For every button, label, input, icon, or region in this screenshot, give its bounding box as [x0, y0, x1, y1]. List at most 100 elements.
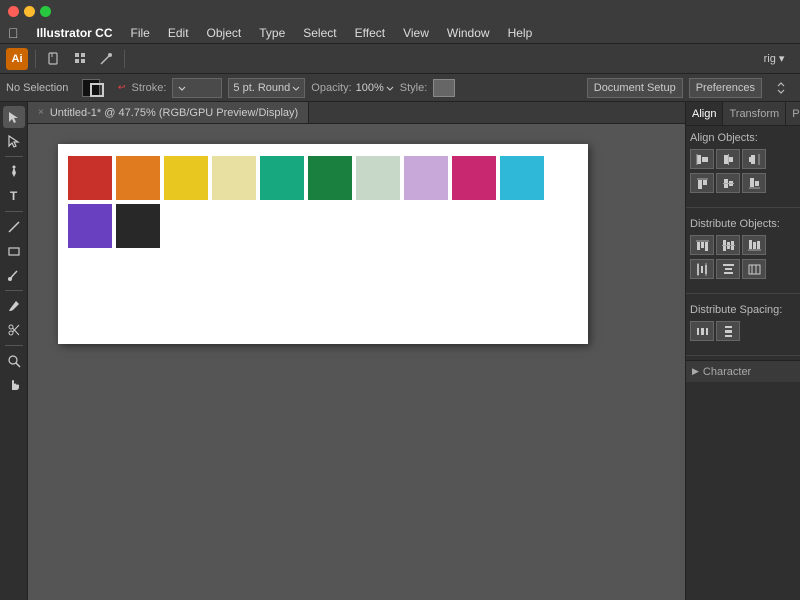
apple-menu-icon[interactable]: 	[8, 25, 19, 41]
reset-icon[interactable]: ↩	[118, 82, 126, 93]
menu-window[interactable]: Window	[439, 24, 498, 42]
tab-title: Untitled-1* @ 47.75% (RGB/GPU Preview/Di…	[50, 107, 298, 119]
paint-brush-tool[interactable]	[3, 264, 25, 286]
align-middle-button[interactable]	[716, 173, 740, 193]
distribute-v-button[interactable]	[716, 259, 740, 279]
arrange-icon[interactable]	[772, 77, 794, 99]
title-bar	[0, 0, 800, 22]
maximize-button[interactable]	[40, 6, 51, 17]
scissors-tool[interactable]	[3, 319, 25, 341]
color-swatch-orange[interactable]	[116, 156, 160, 200]
zoom-tool[interactable]	[3, 350, 25, 372]
menu-object[interactable]: Object	[199, 24, 250, 42]
color-swatch-pink[interactable]	[452, 156, 496, 200]
toolbar: Ai rig ▾	[0, 44, 800, 74]
hand-tool[interactable]	[3, 374, 25, 396]
stroke-label: Stroke:	[132, 82, 167, 94]
character-panel-label: Character	[703, 366, 751, 378]
pen-tool[interactable]	[3, 161, 25, 183]
distribute-space-h-button[interactable]	[690, 321, 714, 341]
opacity-value[interactable]: 100%	[356, 82, 384, 94]
distribute-spacing-row	[690, 321, 796, 341]
distribute-extra-button[interactable]	[742, 259, 766, 279]
tab-pathfinder[interactable]: Pat	[786, 102, 800, 125]
distribute-objects-row1	[690, 235, 796, 255]
align-top-button[interactable]	[690, 173, 714, 193]
line-tool[interactable]	[3, 216, 25, 238]
panel-divider-1	[686, 207, 800, 208]
main-area: T × Untitled-1* @	[0, 102, 800, 600]
align-center-h-button[interactable]	[716, 149, 740, 169]
color-swatch-purple[interactable]	[68, 204, 112, 248]
color-swatches-row	[58, 144, 588, 260]
color-swatch-cyan[interactable]	[500, 156, 544, 200]
character-panel-header[interactable]: ▶ Character	[686, 360, 800, 382]
workspace-label[interactable]: rig ▾	[754, 48, 794, 70]
distribute-h-button[interactable]	[690, 259, 714, 279]
color-swatch-teal[interactable]	[260, 156, 304, 200]
stroke-dropdown[interactable]	[172, 78, 222, 98]
close-button[interactable]	[8, 6, 19, 17]
color-swatch-red[interactable]	[68, 156, 112, 200]
pt-dropdown[interactable]: 5 pt. Round	[228, 78, 305, 98]
document-tab[interactable]: × Untitled-1* @ 47.75% (RGB/GPU Preview/…	[28, 102, 309, 123]
color-swatch-green[interactable]	[308, 156, 352, 200]
distribute-objects-section: Distribute Objects:	[686, 212, 800, 289]
options-bar: No Selection ↩ Stroke: 5 pt. Round Opaci…	[0, 74, 800, 102]
new-doc-icon[interactable]	[43, 48, 65, 70]
distribute-objects-title: Distribute Objects:	[690, 218, 796, 230]
color-swatch-light-gray-green[interactable]	[356, 156, 400, 200]
menu-effect[interactable]: Effect	[347, 24, 393, 42]
direct-select-tool[interactable]	[3, 130, 25, 152]
tab-close-btn[interactable]: ×	[38, 107, 44, 118]
align-left-button[interactable]	[690, 149, 714, 169]
distribute-bottom-button[interactable]	[742, 235, 766, 255]
eyedropper-tool[interactable]	[3, 295, 25, 317]
tab-transform[interactable]: Transform	[723, 102, 786, 125]
doc-setup-button[interactable]: Document Setup	[587, 78, 683, 98]
align-right-button[interactable]	[742, 149, 766, 169]
color-swatch-light-yellow[interactable]	[212, 156, 256, 200]
menu-bar:  Illustrator CC File Edit Object Type S…	[0, 22, 800, 44]
menu-help[interactable]: Help	[500, 24, 541, 42]
canvas-viewport[interactable]: ›	[28, 124, 685, 600]
brush-icon[interactable]	[95, 48, 117, 70]
menu-file[interactable]: File	[123, 24, 158, 42]
tool-separator-4	[5, 345, 23, 346]
tool-separator-2	[5, 211, 23, 212]
style-box[interactable]	[433, 79, 455, 97]
toolbar-separator-1	[35, 50, 36, 68]
opacity-label: Opacity:	[311, 82, 351, 94]
distribute-center-v-button[interactable]	[716, 235, 740, 255]
align-objects-section: Align Objects:	[686, 126, 800, 203]
distribute-space-v-button[interactable]	[716, 321, 740, 341]
distribute-objects-row2	[690, 259, 796, 279]
chevron-icon: ▶	[692, 366, 699, 377]
grid-icon[interactable]	[69, 48, 91, 70]
color-swatch-light-purple[interactable]	[404, 156, 448, 200]
right-panel: Align Transform Pat Align Objects:	[685, 102, 800, 600]
tab-bar: × Untitled-1* @ 47.75% (RGB/GPU Preview/…	[28, 102, 685, 124]
distribute-spacing-section: Distribute Spacing:	[686, 298, 800, 351]
tab-align[interactable]: Align	[686, 102, 723, 125]
stroke-swatch[interactable]	[90, 83, 104, 97]
app-name[interactable]: Illustrator CC	[29, 24, 121, 42]
distribute-spacing-title: Distribute Spacing:	[690, 304, 796, 316]
canvas-area[interactable]: × Untitled-1* @ 47.75% (RGB/GPU Preview/…	[28, 102, 685, 600]
menu-view[interactable]: View	[395, 24, 437, 42]
artboard	[58, 144, 588, 344]
menu-type[interactable]: Type	[251, 24, 293, 42]
minimize-button[interactable]	[24, 6, 35, 17]
shape-tool[interactable]	[3, 240, 25, 262]
align-bottom-button[interactable]	[742, 173, 766, 193]
type-tool[interactable]: T	[3, 185, 25, 207]
menu-edit[interactable]: Edit	[160, 24, 197, 42]
color-swatch-black[interactable]	[116, 204, 160, 248]
distribute-top-button[interactable]	[690, 235, 714, 255]
preferences-button[interactable]: Preferences	[689, 78, 762, 98]
tool-separator-3	[5, 290, 23, 291]
color-swatch-yellow[interactable]	[164, 156, 208, 200]
selection-tool[interactable]	[3, 106, 25, 128]
opacity-field: Opacity: 100%	[311, 82, 394, 94]
menu-select[interactable]: Select	[295, 24, 344, 42]
